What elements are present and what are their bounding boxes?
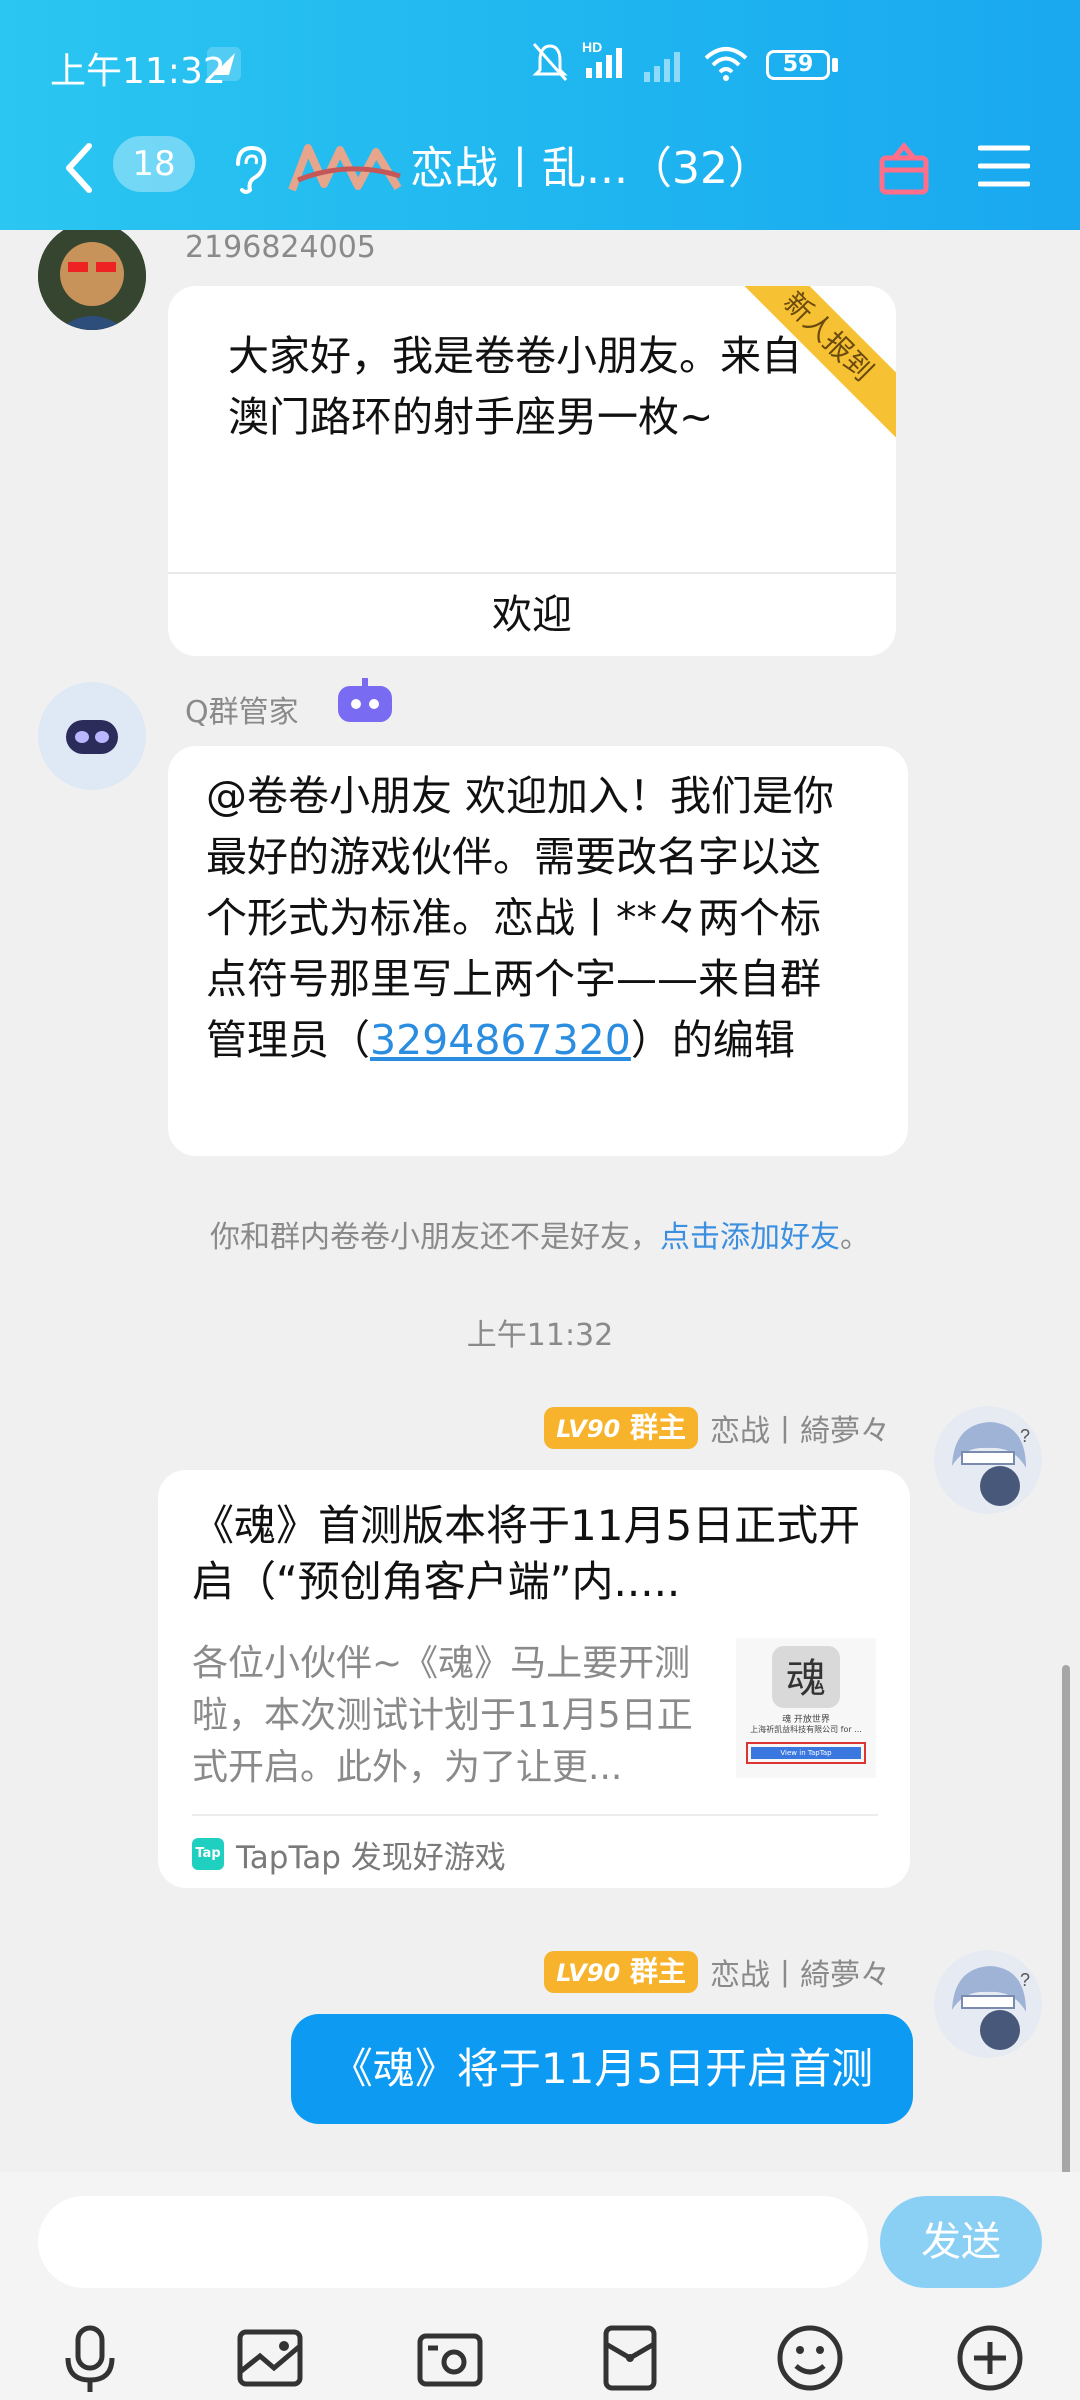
bot-avatar[interactable] (38, 682, 146, 790)
gift-box-icon[interactable] (876, 136, 932, 198)
link-card-thumbnail: 魂 魂 开放世界 上海祈凯益科技有限公司 for ... View in Tap… (736, 1638, 876, 1778)
unread-count-badge[interactable]: 18 (113, 136, 195, 192)
divider (192, 1814, 878, 1816)
app-header: 上午11:32 HD 59 18 恋战丨乱...（32） (0, 0, 1080, 230)
link-card-description: 各位小伙伴~《魂》马上要开测啦，本次测试计划于11月5日正式开启。此外，为了让更… (192, 1643, 693, 1788)
red-packet-icon[interactable] (594, 2322, 666, 2394)
link-card-title: 《魂》首测版本将于11月5日正式开启（“预创角客户端”内..... (192, 1501, 861, 1606)
microphone-icon[interactable] (54, 2322, 126, 2394)
sender-name: 恋战丨綺夢々 (710, 1958, 890, 1993)
system-notice-text: 你和群内卷卷小朋友还不是好友， (210, 1220, 660, 1255)
signal-weak-icon (644, 52, 680, 82)
send-button[interactable]: 发送 (880, 2196, 1042, 2288)
thumbnail-button-label: View in TapTap (751, 1747, 861, 1759)
owner-level-badge: LV90 群主 (544, 1407, 698, 1449)
role-label: 群主 (629, 1411, 686, 1444)
mute-bell-icon (532, 43, 568, 81)
earpiece-mode-icon[interactable] (228, 142, 272, 198)
message-list[interactable]: 2196824005 新人报到 大家好，我是卷卷小朋友。来自澳门路环的射手座男一… (0, 230, 1080, 2170)
message-text-tail: ）的编辑 (630, 1016, 795, 1064)
game-logo-icon: 魂 (772, 1646, 840, 1708)
message-bubble[interactable]: @卷卷小朋友 欢迎加入！我们是你最好的游戏伙伴。需要改名字以这个形式为标准。恋战… (168, 746, 908, 1156)
message-timestamp: 上午11:32 (466, 1318, 614, 1353)
battery-tip (832, 58, 838, 72)
link-card[interactable]: 《魂》首测版本将于11月5日正式开启（“预创角客户端”内..... 各位小伙伴~… (158, 1470, 910, 1888)
group-logo (288, 144, 402, 192)
message-text: 《魂》将于11月5日开启首测 (330, 2044, 874, 2093)
sender-name: 恋战丨綺夢々 (710, 1414, 890, 1449)
input-area: 发送 (0, 2172, 1080, 2400)
thumbnail-button: View in TapTap (746, 1742, 866, 1764)
sender-info: LV90 群主 恋战丨綺夢々 (544, 1950, 890, 1994)
level-label: LV90 (556, 1415, 621, 1443)
admin-qq-link[interactable]: 3294867320 (370, 1016, 631, 1064)
add-friend-link[interactable]: 点击添加好友 (660, 1220, 840, 1255)
svg-text:?: ? (1020, 1426, 1030, 1446)
camera-icon[interactable] (414, 2322, 486, 2394)
sender-info: LV90 群主 恋战丨綺夢々 (544, 1406, 890, 1450)
self-avatar[interactable]: ? (934, 1406, 1042, 1514)
link-source: Tap TapTap 发现好游戏 (192, 1820, 506, 1888)
newcomer-card[interactable]: 新人报到 大家好，我是卷卷小朋友。来自澳门路环的射手座男一枚~ 欢迎 (168, 286, 896, 656)
notification-app-icon (207, 47, 241, 81)
image-icon[interactable] (234, 2322, 306, 2394)
system-notice-suffix: 。 (840, 1220, 870, 1255)
message-text: 大家好，我是卷卷小朋友。来自澳门路环的射手座男一枚~ (228, 332, 802, 441)
signal-hd-icon: HD (582, 39, 622, 78)
message-input[interactable] (38, 2196, 868, 2288)
sender-name: Q群管家 (185, 695, 299, 730)
chat-scrollbar[interactable] (1062, 1665, 1070, 2175)
svg-text:HD: HD (582, 39, 602, 55)
chat-title[interactable]: 恋战丨乱...（32） (410, 132, 772, 196)
self-avatar[interactable]: ? (934, 1950, 1042, 2058)
sender-name: 2196824005 (185, 230, 376, 265)
role-label: 群主 (629, 1955, 686, 1988)
emoji-icon[interactable] (774, 2322, 846, 2394)
svg-text:?: ? (1020, 1970, 1030, 1990)
back-arrow-icon[interactable] (55, 138, 105, 198)
robot-badge-icon (338, 678, 392, 722)
welcome-button[interactable]: 欢迎 (168, 574, 896, 656)
input-toolbar (0, 2322, 1080, 2400)
svg-text:魂: 魂 (786, 1656, 826, 1702)
taptap-logo: Tap (192, 1838, 224, 1870)
self-message-bubble[interactable]: 《魂》将于11月5日开启首测 (291, 2014, 913, 2124)
message-text: @卷卷小朋友 欢迎加入！我们是你最好的游戏伙伴。需要改名字以这个形式为标准。恋战… (206, 766, 846, 1071)
battery-indicator: 59 (766, 50, 830, 80)
level-label: LV90 (556, 1959, 621, 1987)
wifi-icon (704, 47, 748, 81)
owner-level-badge: LV90 群主 (544, 1951, 698, 1993)
plus-icon[interactable] (954, 2322, 1026, 2394)
link-source-label: TapTap 发现好游戏 (236, 1839, 506, 1876)
thumbnail-caption: 上海祈凯益科技有限公司 for ... (750, 1725, 862, 1734)
menu-icon[interactable] (978, 142, 1030, 190)
chat-navbar: 18 恋战丨乱...（32） (0, 120, 1080, 225)
status-time: 上午11:32 (50, 51, 226, 92)
status-bar: 上午11:32 HD 59 (0, 0, 1080, 130)
system-notice: 你和群内卷卷小朋友还不是好友，点击添加好友。 (0, 1212, 1080, 1256)
avatar[interactable] (38, 230, 146, 330)
